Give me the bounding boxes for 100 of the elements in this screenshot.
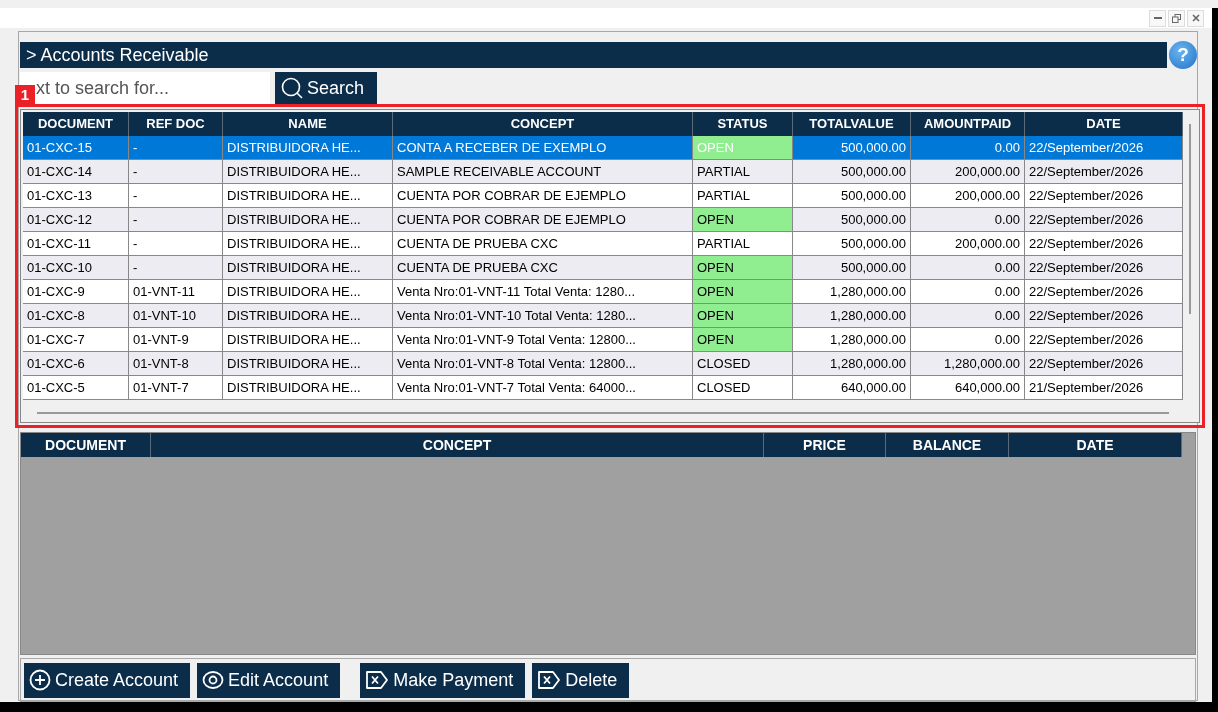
- table-cell: CLOSED: [693, 376, 793, 400]
- table-row[interactable]: 01-CXC-15 - DISTRIBUIDORA HE... CONTA A RECEBER DE EXEMPLO OPEN 500,000.00 0.00 22/September/2026: [23, 136, 1197, 160]
- table-cell: OPEN: [693, 256, 793, 280]
- table-cell: 200,000.00: [911, 184, 1025, 208]
- table-cell: PARTIAL: [693, 160, 793, 184]
- minimize-button[interactable]: [1149, 9, 1166, 27]
- table-cell: 01-VNT-11: [129, 280, 223, 304]
- table-cell: 01-CXC-6: [23, 352, 129, 376]
- table-cell: DISTRIBUIDORA HE...: [223, 208, 393, 232]
- table-cell: PARTIAL: [693, 184, 793, 208]
- table-row[interactable]: 01-CXC-11 - DISTRIBUIDORA HE... CUENTA DE PRUEBA CXC PARTIAL 500,000.00 200,000.00 22/September/2026: [23, 232, 1197, 256]
- table-row[interactable]: 01-CXC-7 01-VNT-9 DISTRIBUIDORA HE... Venta Nro:01-VNT-9 Total Venta: 12800... OPEN 1,280,000.00 0.00 22/September/2026: [23, 328, 1197, 352]
- table-cell: 1,280,000.00: [793, 280, 911, 304]
- table-cell: 01-CXC-5: [23, 376, 129, 400]
- table-row[interactable]: 01-CXC-12 - DISTRIBUIDORA HE... CUENTA POR COBRAR DE EJEMPLO OPEN 500,000.00 0.00 22/September/2026: [23, 208, 1197, 232]
- table-cell: DISTRIBUIDORA HE...: [223, 184, 393, 208]
- table-cell: DISTRIBUIDORA HE...: [223, 376, 393, 400]
- table-row[interactable]: 01-CXC-8 01-VNT-10 DISTRIBUIDORA HE... Venta Nro:01-VNT-10 Total Venta: 1280... OPEN 1,280,000.00 0.00 22/September/2026: [23, 304, 1197, 328]
- close-icon: [1191, 14, 1200, 22]
- table-cell: OPEN: [693, 136, 793, 160]
- column-header[interactable]: REF DOC: [129, 112, 223, 136]
- table-row[interactable]: 01-CXC-5 01-VNT-7 DISTRIBUIDORA HE... Venta Nro:01-VNT-7 Total Venta: 64000... CLOSED 640,000.00 640,000.00 21/September/2026: [23, 376, 1197, 400]
- table-row[interactable]: 01-CXC-9 01-VNT-11 DISTRIBUIDORA HE... Venta Nro:01-VNT-11 Total Venta: 1280... OPEN 1,280,000.00 0.00 22/September/2026: [23, 280, 1197, 304]
- table-cell: CUENTA POR COBRAR DE EJEMPLO: [393, 208, 693, 232]
- column-header[interactable]: NAME: [223, 112, 393, 136]
- vertical-scrollbar[interactable]: [1189, 124, 1191, 314]
- ring-icon: [202, 669, 225, 691]
- search-icon: [281, 77, 303, 99]
- table-cell: 22/September/2026: [1025, 280, 1183, 304]
- table-row[interactable]: 01-CXC-14 - DISTRIBUIDORA HE... SAMPLE RECEIVABLE ACCOUNT PARTIAL 500,000.00 200,000.00 22/September/2026: [23, 160, 1197, 184]
- table-cell: 22/September/2026: [1025, 184, 1183, 208]
- table-cell: 22/September/2026: [1025, 160, 1183, 184]
- table-cell: 0.00: [911, 328, 1025, 352]
- table-cell: 01-CXC-14: [23, 160, 129, 184]
- table-cell: 01-CXC-11: [23, 232, 129, 256]
- table-cell: 0.00: [911, 208, 1025, 232]
- table-cell: 0.00: [911, 304, 1025, 328]
- table-cell: Venta Nro:01-VNT-7 Total Venta: 64000...: [393, 376, 693, 400]
- restore-button[interactable]: [1168, 9, 1185, 27]
- table-cell: CONTA A RECEBER DE EXEMPLO: [393, 136, 693, 160]
- table-cell: DISTRIBUIDORA HE...: [223, 232, 393, 256]
- search-button[interactable]: Search: [275, 72, 377, 104]
- table-cell: DISTRIBUIDORA HE...: [223, 160, 393, 184]
- table-cell: DISTRIBUIDORA HE...: [223, 304, 393, 328]
- column-header[interactable]: DOCUMENT: [23, 112, 129, 136]
- column-header[interactable]: BALANCE: [886, 433, 1009, 457]
- table-cell: CUENTA DE PRUEBA CXC: [393, 232, 693, 256]
- table-cell: 22/September/2026: [1025, 256, 1183, 280]
- table-row[interactable]: 01-CXC-13 - DISTRIBUIDORA HE... CUENTA POR COBRAR DE EJEMPLO PARTIAL 500,000.00 200,000.00 22/September/2026: [23, 184, 1197, 208]
- table-cell: Venta Nro:01-VNT-8 Total Venta: 12800...: [393, 352, 693, 376]
- table-cell: 0.00: [911, 256, 1025, 280]
- table-cell: DISTRIBUIDORA HE...: [223, 256, 393, 280]
- table-cell: -: [129, 232, 223, 256]
- table-cell: 22/September/2026: [1025, 136, 1183, 160]
- table-row[interactable]: 01-CXC-6 01-VNT-8 DISTRIBUIDORA HE... Venta Nro:01-VNT-8 Total Venta: 12800... CLOSED 1,280,000.00 1,280,000.00 22/September/2026: [23, 352, 1197, 376]
- table-cell: Venta Nro:01-VNT-9 Total Venta: 12800...: [393, 328, 693, 352]
- table-cell: 200,000.00: [911, 160, 1025, 184]
- table-cell: 640,000.00: [911, 376, 1025, 400]
- x-tag-icon: [537, 670, 562, 690]
- table-cell: -: [129, 160, 223, 184]
- column-header[interactable]: PRICE: [764, 433, 886, 457]
- column-header[interactable]: AMOUNTPAID: [911, 112, 1025, 136]
- table-cell: 01-CXC-7: [23, 328, 129, 352]
- x-tag-icon: [365, 670, 390, 690]
- table-cell: 22/September/2026: [1025, 232, 1183, 256]
- table-cell: 01-CXC-15: [23, 136, 129, 160]
- table-cell: 01-CXC-8: [23, 304, 129, 328]
- column-header[interactable]: CONCEPT: [393, 112, 693, 136]
- table-cell: DISTRIBUIDORA HE...: [223, 136, 393, 160]
- table-cell: 01-VNT-10: [129, 304, 223, 328]
- table-cell: 200,000.00: [911, 232, 1025, 256]
- table-cell: DISTRIBUIDORA HE...: [223, 352, 393, 376]
- table-cell: 22/September/2026: [1025, 208, 1183, 232]
- column-header[interactable]: TOTALVALUE: [793, 112, 911, 136]
- table-cell: 500,000.00: [793, 184, 911, 208]
- table-cell: 1,280,000.00: [793, 304, 911, 328]
- column-header[interactable]: DOCUMENT: [21, 433, 151, 457]
- column-header[interactable]: DATE: [1009, 433, 1182, 457]
- table-cell: 0.00: [911, 280, 1025, 304]
- column-header[interactable]: DATE: [1025, 112, 1183, 136]
- table-cell: 01-CXC-13: [23, 184, 129, 208]
- table-cell: 500,000.00: [793, 232, 911, 256]
- table-cell: CUENTA POR COBRAR DE EJEMPLO: [393, 184, 693, 208]
- table-cell: Venta Nro:01-VNT-11 Total Venta: 1280...: [393, 280, 693, 304]
- table-cell: 1,280,000.00: [793, 352, 911, 376]
- column-header[interactable]: STATUS: [693, 112, 793, 136]
- action-button[interactable]: Delete: [532, 662, 630, 698]
- action-button[interactable]: Make Payment: [360, 662, 526, 698]
- table-cell: -: [129, 208, 223, 232]
- table-cell: 01-VNT-7: [129, 376, 223, 400]
- action-button[interactable]: Edit Account: [197, 662, 341, 698]
- table-cell: PARTIAL: [693, 232, 793, 256]
- horizontal-scrollbar[interactable]: [37, 412, 1169, 414]
- table-cell: 1,280,000.00: [911, 352, 1025, 376]
- close-button[interactable]: [1187, 9, 1204, 27]
- plus-circle-icon: [29, 669, 51, 691]
- action-button[interactable]: Create Account: [24, 662, 191, 698]
- column-header[interactable]: CONCEPT: [151, 433, 764, 457]
- table-row[interactable]: 01-CXC-10 - DISTRIBUIDORA HE... CUENTA DE PRUEBA CXC OPEN 500,000.00 0.00 22/September/2026: [23, 256, 1197, 280]
- table-cell: 1,280,000.00: [793, 328, 911, 352]
